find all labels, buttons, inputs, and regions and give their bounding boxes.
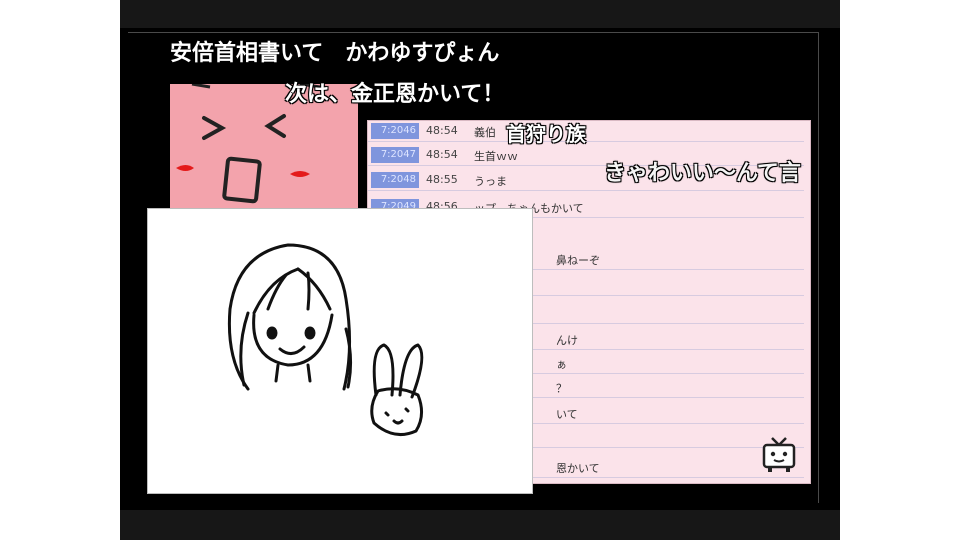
comment-number: 7:2046 xyxy=(371,123,419,139)
niconico-tv-logo-icon xyxy=(762,436,798,478)
overlay-comment: 安倍首相書いて かわゆすぴょん xyxy=(170,41,500,66)
comment-number: 7:2047 xyxy=(371,147,419,163)
drawing-canvas[interactable] xyxy=(147,208,533,494)
comment-text: うっま xyxy=(474,175,507,188)
comment-time: 48:54 xyxy=(426,124,458,137)
comment-text: 生首ｗｗ xyxy=(474,150,518,163)
comment-text: 義伯 xyxy=(474,126,496,139)
girl-and-rabbit-sketch-icon xyxy=(227,243,424,437)
comment-text: んけ xyxy=(556,334,578,347)
comment-time: 48:55 xyxy=(426,173,458,186)
comment-time: 48:54 xyxy=(426,148,458,161)
comment-text: ぁ xyxy=(556,358,567,371)
comment-text: ？ xyxy=(556,382,567,395)
overlay-comment: 首狩り族 xyxy=(506,122,586,146)
bottom-letterbox xyxy=(120,510,840,540)
comment-text: 鼻ねーぞ xyxy=(556,254,600,267)
comment-text: 恩かいて xyxy=(556,462,600,475)
comment-number: 7:2048 xyxy=(371,172,419,188)
overlay-comment: きゃわいい〜んて言 xyxy=(604,161,801,186)
top-letterbox xyxy=(120,0,840,28)
comment-text: いて xyxy=(556,408,578,421)
comment-row: 7:2046 48:54 義伯 xyxy=(368,121,804,142)
overlay-comment: 次は、金正恩かいて！ xyxy=(285,82,505,107)
